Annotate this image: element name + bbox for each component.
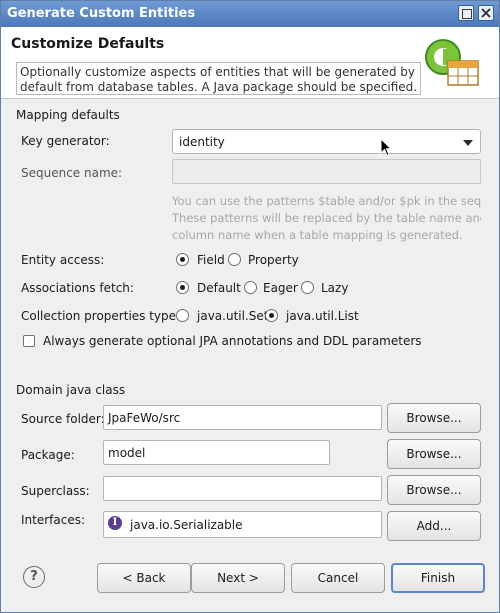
collection-list-radio[interactable] xyxy=(265,309,278,322)
wizard-header: Customize Defaults Optionally customize … xyxy=(1,27,499,99)
window-title: Generate Custom Entities xyxy=(7,6,196,21)
page-title: Customize Defaults xyxy=(11,36,165,52)
interfaces-label: Interfaces: xyxy=(21,513,86,527)
minimize-icon[interactable] xyxy=(458,5,474,21)
close-icon[interactable] xyxy=(478,5,494,21)
key-generator-label: Key generator: xyxy=(21,134,110,148)
sequence-hint: You can use the patterns $table and/or $… xyxy=(172,193,481,244)
collection-set-label[interactable]: java.util.Set xyxy=(197,309,268,323)
hint-line-2: These patterns will be replaced by the t… xyxy=(172,211,481,225)
entity-access-field-label[interactable]: Field xyxy=(197,253,225,267)
arrow-cursor-icon xyxy=(380,138,392,157)
always-generate-checkbox[interactable] xyxy=(23,335,35,347)
hint-line-3: column name when a table mapping is gene… xyxy=(172,228,463,242)
description-line-2: default from database tables. A Java pac… xyxy=(20,80,418,94)
associations-fetch-label: Associations fetch: xyxy=(21,281,134,295)
always-generate-label[interactable]: Always generate optional JPA annotations… xyxy=(43,334,422,348)
superclass-browse-button[interactable]: Browse... xyxy=(387,475,481,505)
entity-access-property-label[interactable]: Property xyxy=(248,253,299,267)
mapping-defaults-heading: Mapping defaults xyxy=(16,108,120,122)
source-folder-browse-button[interactable]: Browse... xyxy=(387,403,481,433)
title-bar[interactable]: Generate Custom Entities xyxy=(1,1,499,27)
entity-access-property-radio[interactable] xyxy=(228,253,241,266)
fetch-default-radio[interactable] xyxy=(176,281,189,294)
collection-type-label: Collection properties type: xyxy=(21,309,181,323)
package-label: Package: xyxy=(21,448,75,462)
chevron-down-icon[interactable] xyxy=(463,140,473,146)
page-description: Optionally customize aspects of entities… xyxy=(16,62,421,95)
fetch-eager-label[interactable]: Eager xyxy=(263,281,298,295)
finish-button[interactable]: Finish xyxy=(391,563,485,593)
entity-access-label: Entity access: xyxy=(21,253,105,267)
fetch-default-label[interactable]: Default xyxy=(197,281,241,295)
interfaces-list[interactable]: I java.io.Serializable xyxy=(103,511,382,538)
next-button[interactable]: Next > xyxy=(191,563,285,593)
sequence-name-input xyxy=(172,159,481,184)
dialog-window: Generate Custom Entities Customize Defau… xyxy=(0,0,500,613)
sequence-name-label: Sequence name: xyxy=(21,166,123,180)
back-button[interactable]: < Back xyxy=(97,563,191,593)
source-folder-label: Source folder: xyxy=(21,412,105,426)
fetch-lazy-label[interactable]: Lazy xyxy=(321,281,348,295)
key-generator-select[interactable]: identity xyxy=(172,129,481,154)
collection-list-label[interactable]: java.util.List xyxy=(286,309,359,323)
jpa-entity-wizard-icon xyxy=(425,39,479,86)
interface-item[interactable]: java.io.Serializable xyxy=(130,518,243,532)
collection-set-radio[interactable] xyxy=(176,309,189,322)
fetch-eager-radio[interactable] xyxy=(244,281,257,294)
package-browse-button[interactable]: Browse... xyxy=(387,439,481,469)
package-input[interactable]: model xyxy=(103,440,330,465)
entity-access-field-radio[interactable] xyxy=(176,253,189,266)
description-line-1: Optionally customize aspects of entities… xyxy=(20,65,416,79)
interface-icon: I xyxy=(108,516,122,530)
cancel-button[interactable]: Cancel xyxy=(291,563,385,593)
superclass-input[interactable] xyxy=(103,476,382,501)
key-generator-value: identity xyxy=(179,135,225,149)
add-interface-button[interactable]: Add... xyxy=(387,511,481,541)
fetch-lazy-radio[interactable] xyxy=(301,281,314,294)
help-icon[interactable]: ? xyxy=(23,566,45,588)
domain-java-class-heading: Domain java class xyxy=(16,383,126,397)
superclass-label: Superclass: xyxy=(21,484,90,498)
source-folder-input[interactable]: JpaFeWo/src xyxy=(103,405,382,430)
hint-line-1: You can use the patterns $table and/or $… xyxy=(172,194,481,208)
